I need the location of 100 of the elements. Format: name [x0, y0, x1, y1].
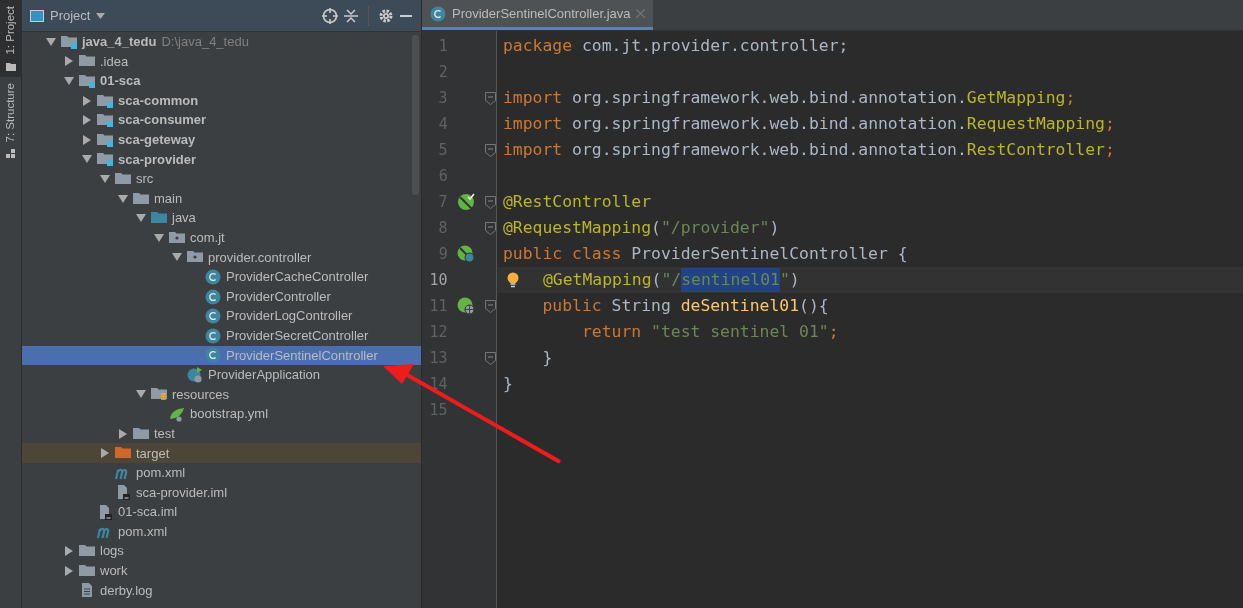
structure-icon: [6, 148, 16, 159]
module-folder-icon: [97, 92, 113, 109]
caret-icon[interactable]: [136, 389, 146, 400]
code-token: (: [651, 216, 661, 239]
folder-icon: [133, 190, 149, 207]
tree-item-label[interactable]: pom.xml: [118, 521, 168, 542]
caret-icon[interactable]: [82, 95, 92, 106]
bean-icon[interactable]: [457, 193, 476, 211]
tree-item-label[interactable]: ProviderCacheController: [226, 267, 369, 287]
side-tab[interactable]: 1: Project: [0, 0, 22, 77]
caret-icon[interactable]: [64, 56, 74, 67]
tree-item-label[interactable]: java: [172, 208, 196, 228]
tree-item-label[interactable]: sca-provider.iml: [136, 482, 228, 503]
settings-icon[interactable]: [379, 8, 393, 23]
tree-item-label[interactable]: ProviderSecretController: [226, 325, 369, 346]
tree-item-label[interactable]: derby.log: [100, 580, 153, 601]
tree-item-label[interactable]: ProviderApplication: [208, 365, 320, 385]
tree-item-label[interactable]: bootstrap.yml: [190, 404, 269, 424]
code-token: public: [541, 294, 602, 317]
globe-icon[interactable]: [457, 297, 476, 315]
tree-item-label[interactable]: 01-sca: [100, 71, 141, 91]
tree-item-label[interactable]: src: [136, 169, 154, 189]
code-token: return: [580, 320, 642, 343]
tree-item-label[interactable]: com.jt: [190, 228, 225, 248]
code-token: ;: [1104, 112, 1115, 135]
tree-item-label[interactable]: main: [154, 188, 183, 209]
caret-icon[interactable]: [46, 36, 56, 47]
side-tab[interactable]: 7: Structure: [0, 76, 22, 165]
class-icon: [205, 327, 221, 344]
lightbulb-icon[interactable]: [507, 272, 519, 288]
fold-icon[interactable]: [485, 143, 496, 157]
tree-item-label[interactable]: ProviderLogController: [226, 306, 353, 326]
tree-item-label[interactable]: 01-sca.iml: [118, 502, 178, 522]
tree-item-label[interactable]: sca-consumer: [118, 110, 207, 130]
folder-icon: [133, 425, 149, 442]
tree-item-label[interactable]: target: [136, 443, 170, 463]
caret-icon[interactable]: [64, 76, 74, 86]
tree-item-label[interactable]: provider.controller: [208, 247, 312, 268]
tree-item-label[interactable]: pom.xml: [136, 463, 186, 483]
fold-icon[interactable]: [485, 91, 496, 105]
tree-item-label[interactable]: .idea: [100, 51, 129, 72]
bean-globe-icon[interactable]: [457, 245, 476, 263]
file-icon: [79, 582, 95, 599]
dropdown-icon[interactable]: [96, 12, 106, 19]
class-icon: [430, 5, 446, 22]
code-token: ): [769, 216, 780, 239]
tree-item-label[interactable]: java_4_tedu: [82, 32, 157, 52]
caret-icon[interactable]: [64, 546, 74, 557]
caret-icon[interactable]: [136, 213, 146, 224]
leaf-icon: [169, 406, 185, 423]
fold-icon[interactable]: [485, 221, 496, 235]
code-token: RequestMapping: [966, 112, 1105, 135]
folder-icon: [115, 170, 131, 187]
caret-icon[interactable]: [82, 154, 92, 165]
caret-icon[interactable]: [82, 134, 92, 145]
excluded-row[interactable]: target: [22, 443, 421, 464]
tree-item-label[interactable]: ProviderController: [226, 286, 331, 307]
module-folder-icon: [97, 131, 113, 148]
module-folder-icon: [97, 112, 113, 129]
module-folder-icon: [79, 73, 95, 89]
code-token: (){: [799, 294, 829, 317]
code-token: "/provider": [660, 216, 770, 239]
tree-item-label[interactable]: resources: [172, 384, 230, 405]
fold-icon[interactable]: [485, 351, 496, 365]
fold-icon[interactable]: [485, 299, 496, 313]
panel-title[interactable]: Project: [50, 5, 91, 26]
resources-folder-icon: [151, 386, 167, 403]
caret-icon[interactable]: [100, 173, 110, 184]
code-token: ;: [1065, 86, 1076, 109]
caret-icon[interactable]: [118, 193, 128, 204]
code-token: (: [651, 268, 662, 291]
tree-item-label[interactable]: sca-provider: [118, 149, 197, 170]
caret-icon[interactable]: [64, 565, 74, 576]
fold-icon[interactable]: [485, 195, 496, 209]
tree-item-label[interactable]: test: [154, 423, 175, 444]
code-token: @GetMapping: [543, 268, 652, 291]
file-icon: [97, 504, 113, 521]
code-token: org.springframework.web.bind.annotation.: [571, 138, 967, 161]
code-token: ;: [1104, 138, 1115, 161]
collapse-icon[interactable]: [344, 7, 358, 24]
tree-item-label[interactable]: sca-common: [118, 90, 199, 111]
caret-icon[interactable]: [118, 428, 128, 439]
class-icon: [205, 308, 221, 325]
module-folder-icon: [61, 33, 77, 50]
tree-item-label[interactable]: work: [100, 561, 128, 581]
file-icon: [115, 484, 131, 501]
editor-tab[interactable]: ProviderSentinelController.java: [422, 0, 654, 30]
code-token: import: [503, 112, 563, 135]
tree-item-label[interactable]: logs: [100, 541, 124, 561]
class-icon: [205, 268, 221, 285]
tree-item-label[interactable]: sca-geteway: [118, 130, 196, 150]
caret-icon[interactable]: [100, 448, 110, 459]
spring-class-icon: [187, 366, 203, 383]
caret-icon[interactable]: [154, 232, 164, 243]
locate-icon[interactable]: [322, 7, 338, 24]
code-token: String: [610, 294, 672, 317]
code-token: RestController: [966, 138, 1105, 161]
caret-icon[interactable]: [82, 115, 92, 126]
module-folder-icon: [97, 151, 113, 168]
caret-icon[interactable]: [172, 252, 182, 263]
